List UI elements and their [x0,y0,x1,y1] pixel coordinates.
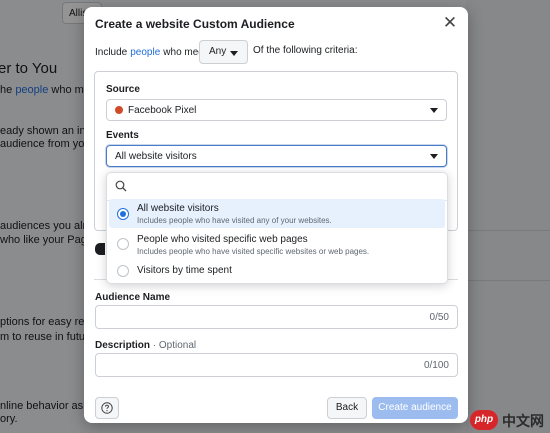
watermark-text: 中文网 [502,413,544,429]
radio-icon [117,265,129,277]
description-input[interactable]: 0/100 [95,353,458,377]
option-desc: Includes people who have visited any of … [137,216,332,225]
criteria-row: Include people who meet [95,43,207,61]
optional-tag: · Optional [152,340,197,351]
option-specific-web-pages[interactable]: People who visited specific web pages In… [109,230,445,258]
dialog-title: Create a website Custom Audience [95,17,295,31]
audience-name-input[interactable]: 0/50 [95,305,458,329]
option-time-spent[interactable]: Visitors by time spent [109,260,445,282]
caret-down-icon [230,51,238,56]
description-label: Description · Optional [95,340,197,351]
description-count: 0/100 [423,360,449,371]
back-button[interactable]: Back [327,397,367,419]
people-link[interactable]: people [130,47,160,58]
audience-name-count: 0/50 [429,312,449,323]
create-audience-button[interactable]: Create audience [372,397,458,419]
criteria-prefix: Include [95,46,128,58]
audience-name-label: Audience Name [95,292,171,303]
match-any-select[interactable]: Any [199,40,248,64]
option-title: All website visitors [137,203,219,214]
criteria-suffix: Of the following criteria: [253,45,358,56]
match-any-value: Any [209,46,227,57]
question-icon [101,402,113,414]
help-button[interactable] [95,397,119,419]
dropdown-search[interactable] [107,173,447,201]
events-dropdown: All website visitors Includes people who… [106,172,448,284]
pixel-status-dot [115,106,123,114]
search-icon [115,180,127,192]
source-value: Facebook Pixel [128,105,197,116]
source-select[interactable]: Facebook Pixel [106,99,447,121]
radio-selected-icon [117,208,129,220]
close-icon[interactable]: ✕ [441,14,459,32]
site-watermark: php 中文网 [470,408,548,432]
caret-down-icon [430,154,438,159]
option-all-website-visitors[interactable]: All website visitors Includes people who… [109,199,445,228]
option-title: Visitors by time spent [137,265,232,276]
caret-down-icon [430,108,438,113]
events-select[interactable]: All website visitors [106,145,447,167]
radio-icon [117,238,129,250]
option-title: People who visited specific web pages [137,234,308,245]
watermark-badge: php [470,410,498,430]
source-label: Source [106,84,140,95]
events-value: All website visitors [115,151,197,162]
events-label: Events [106,130,139,141]
partial-control[interactable] [95,243,105,255]
option-desc: Includes people who have visited specifi… [137,247,370,256]
